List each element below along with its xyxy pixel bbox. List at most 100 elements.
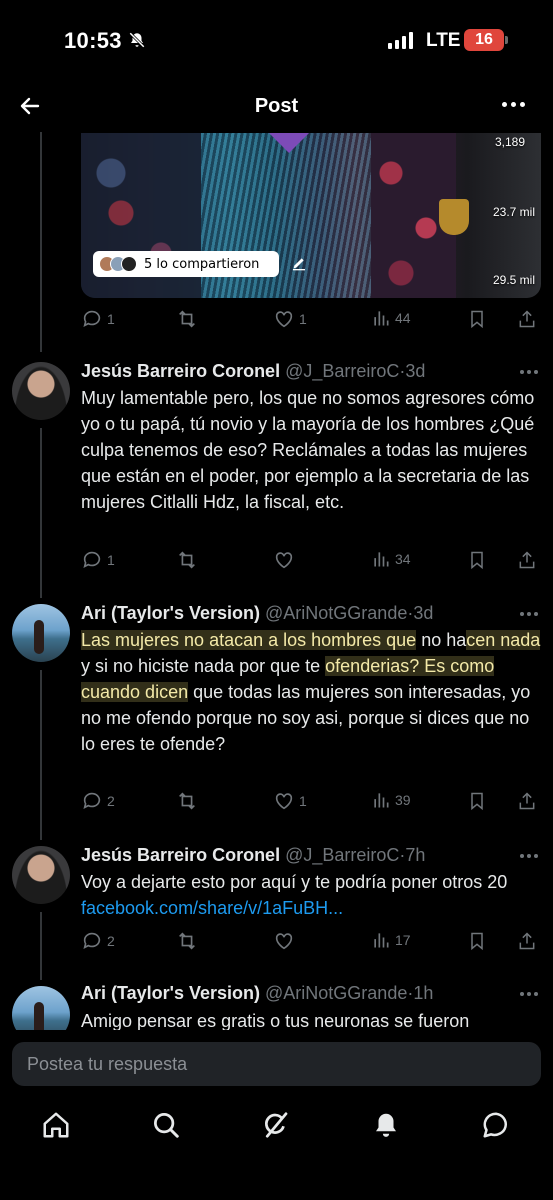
page-title: Post xyxy=(254,95,299,117)
author-handle[interactable]: @J_BarreiroC xyxy=(285,845,399,865)
post-more-icon[interactable] xyxy=(520,370,538,374)
like-button[interactable]: 1 xyxy=(273,790,307,812)
post-actions: 1 1 44 xyxy=(81,308,541,334)
edit-icon[interactable] xyxy=(291,255,307,276)
post-actions: 1 34 xyxy=(81,549,541,575)
more-options-icon[interactable] xyxy=(502,102,525,107)
post-time: 1h xyxy=(413,983,434,1003)
repost-icon xyxy=(179,792,195,810)
top-bar: Post xyxy=(0,80,553,132)
repost-icon xyxy=(179,932,195,950)
media-comment-count: 23.7 mil xyxy=(492,205,535,219)
post-more-icon[interactable] xyxy=(520,854,538,858)
author-name[interactable]: Jesús Barreiro Coronel xyxy=(81,361,280,381)
repost-button[interactable] xyxy=(176,790,198,812)
author-handle[interactable]: @AriNotGGrande xyxy=(265,983,407,1003)
post-more-icon[interactable] xyxy=(520,612,538,616)
post-time: 3d xyxy=(413,603,434,623)
reply-icon xyxy=(83,792,101,809)
share-icon xyxy=(519,932,535,950)
like-button[interactable] xyxy=(273,549,295,571)
bottom-tab-bar xyxy=(0,1102,553,1152)
author-line: Ari (Taylor's Version) @AriNotGGrande·3d xyxy=(81,603,434,623)
bookmark-icon xyxy=(471,310,483,329)
share-icon xyxy=(519,551,535,569)
messages-icon[interactable] xyxy=(481,1110,511,1145)
post-text: Muy lamentable pero, los que no somos ag… xyxy=(81,388,535,512)
views-button[interactable]: 34 xyxy=(371,549,411,569)
shared-avatars xyxy=(99,256,137,272)
share-button[interactable] xyxy=(517,549,537,571)
clock: 10:53 xyxy=(64,28,122,53)
reply-button[interactable]: 1 xyxy=(81,308,115,330)
avatar[interactable] xyxy=(12,604,70,662)
reply-icon xyxy=(83,551,101,568)
thread-connector xyxy=(40,132,42,352)
like-button[interactable] xyxy=(273,930,295,952)
heart-icon xyxy=(275,552,293,569)
network-type: LTE xyxy=(426,30,461,51)
bookmark-icon xyxy=(471,792,483,811)
embedded-video-thumbnail[interactable]: 3,189 23.7 mil 29.5 mil 5 lo compartiero… xyxy=(81,133,541,298)
reply-button[interactable]: 1 xyxy=(81,549,115,571)
views-icon xyxy=(374,311,389,326)
repost-icon xyxy=(179,551,195,569)
thread-connector xyxy=(40,428,42,598)
heart-icon xyxy=(275,933,293,950)
author-handle[interactable]: @J_BarreiroC xyxy=(285,361,399,381)
author-line: Jesús Barreiro Coronel @J_BarreiroC·7h xyxy=(81,845,426,865)
bookmark-icon xyxy=(471,932,483,951)
author-handle[interactable]: @AriNotGGrande xyxy=(265,603,407,623)
author-name[interactable]: Ari (Taylor's Version) xyxy=(81,603,260,623)
silent-mode-icon xyxy=(128,31,146,54)
repost-button[interactable] xyxy=(176,308,198,330)
views-icon xyxy=(374,793,389,808)
shared-count-label: 5 lo compartieron xyxy=(144,256,260,272)
search-icon[interactable] xyxy=(151,1110,181,1145)
avatar[interactable] xyxy=(12,846,70,904)
avatar[interactable] xyxy=(12,362,70,420)
reply-button[interactable]: 2 xyxy=(81,930,115,952)
media-share-count: 29.5 mil xyxy=(492,273,535,287)
post-text: Voy a dejarte esto por aquí y te podría … xyxy=(81,872,508,918)
author-name[interactable]: Ari (Taylor's Version) xyxy=(81,983,260,1003)
heart-icon xyxy=(275,793,293,810)
views-icon xyxy=(374,552,389,567)
post-link[interactable]: facebook.com/share/v/1aFuBH... xyxy=(81,898,343,918)
bookmark-button[interactable] xyxy=(467,930,487,952)
views-button[interactable]: 17 xyxy=(371,930,411,950)
status-bar: 10:53 LTE 16 xyxy=(0,0,553,80)
repost-button[interactable] xyxy=(176,930,198,952)
share-button[interactable] xyxy=(517,930,537,952)
bookmark-button[interactable] xyxy=(467,549,487,571)
media-like-count: 3,189 xyxy=(494,135,525,149)
highlighted-text: cen nada xyxy=(466,630,541,650)
bookmark-button[interactable] xyxy=(467,790,487,812)
post-more-icon[interactable] xyxy=(520,992,538,996)
share-icon xyxy=(519,310,535,328)
like-button[interactable]: 1 xyxy=(273,308,307,330)
notifications-icon[interactable] xyxy=(371,1110,401,1145)
repost-button[interactable] xyxy=(176,549,198,571)
author-name[interactable]: Jesús Barreiro Coronel xyxy=(81,845,280,865)
signal-icon xyxy=(388,32,413,49)
share-button[interactable] xyxy=(517,308,537,330)
grok-icon[interactable] xyxy=(261,1110,291,1145)
heart-icon xyxy=(275,311,293,328)
reply-input[interactable]: Postea tu respuesta xyxy=(12,1042,541,1086)
shared-by-pill[interactable]: 5 lo compartieron xyxy=(93,251,279,277)
reply-icon xyxy=(83,310,101,327)
post-actions: 2 17 xyxy=(81,930,541,956)
battery-level: 16 xyxy=(475,31,493,48)
views-icon xyxy=(374,933,389,948)
reply-icon xyxy=(83,932,101,949)
home-icon[interactable] xyxy=(41,1110,71,1145)
share-button[interactable] xyxy=(517,790,537,812)
author-line: Jesús Barreiro Coronel @J_BarreiroC·3d xyxy=(81,361,426,381)
views-button[interactable]: 44 xyxy=(371,308,411,328)
reply-button[interactable]: 2 xyxy=(81,790,115,812)
bookmark-button[interactable] xyxy=(467,308,487,330)
views-button[interactable]: 39 xyxy=(371,790,411,810)
post-text: Las mujeres no atacan a los hombres que … xyxy=(81,630,541,754)
repost-icon xyxy=(179,310,195,328)
